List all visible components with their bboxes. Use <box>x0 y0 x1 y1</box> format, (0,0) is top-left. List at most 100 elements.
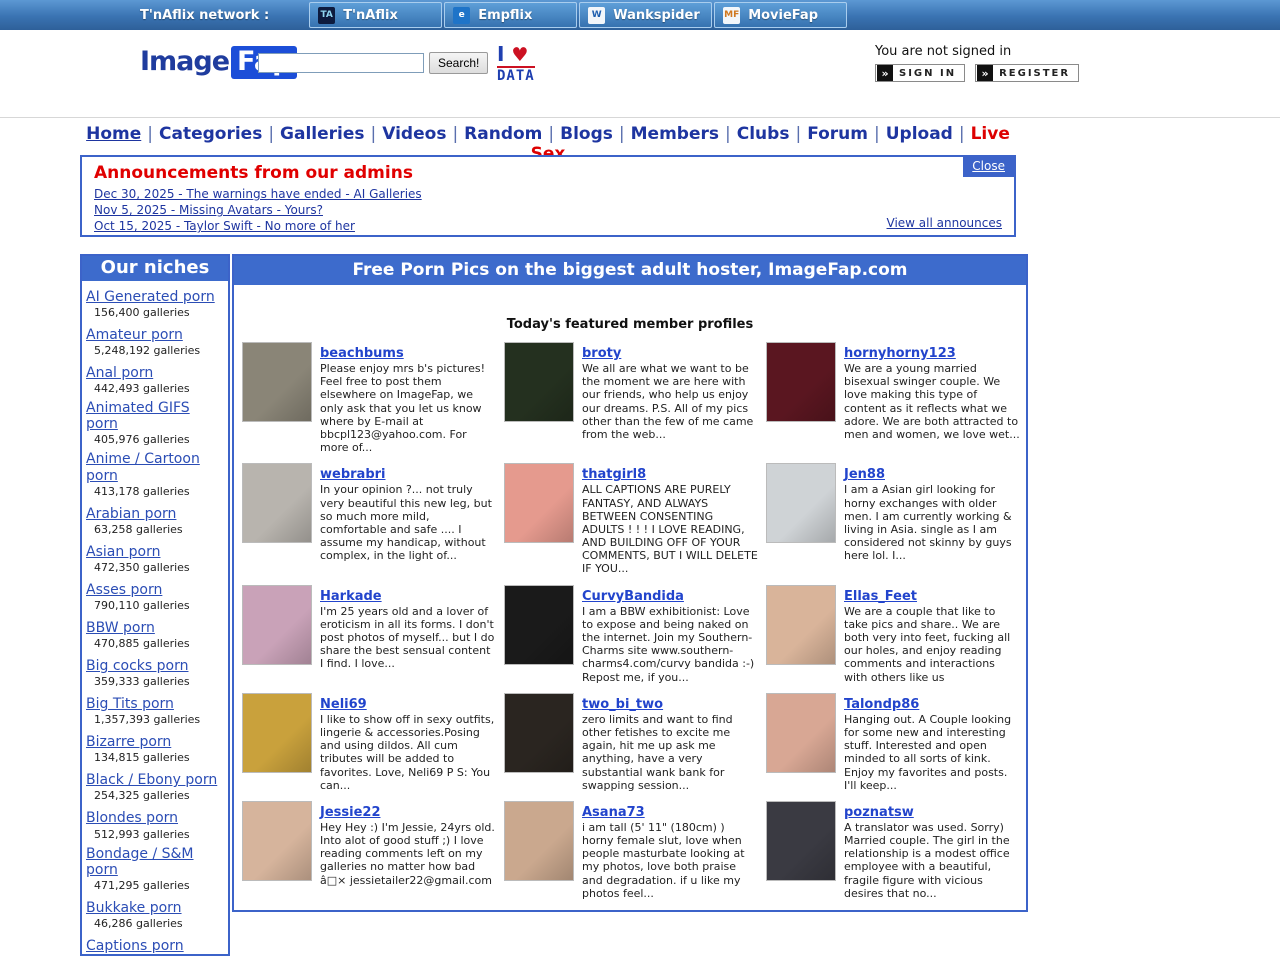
profile-username-link[interactable]: Neli69 <box>320 697 367 712</box>
niche-link[interactable]: Arabian porn <box>86 506 176 522</box>
profile-username-link[interactable]: beachbums <box>320 346 404 361</box>
search-button[interactable]: Search! <box>429 52 488 74</box>
niche-item: Asian porn472,350 galleries <box>82 536 228 574</box>
i-love-data-logo[interactable]: I ♥ DATA <box>497 44 535 83</box>
announcements-title: Announcements from our admins <box>82 157 1014 186</box>
member-profile: brotyWe all are what we want to be the m… <box>504 342 758 454</box>
profile-description: I'm 25 years old and a lover of eroticis… <box>320 605 496 671</box>
niche-gallery-count: 156,400 galleries <box>86 306 224 319</box>
niche-link[interactable]: Bizarre porn <box>86 734 171 750</box>
profile-username-link[interactable]: two_bi_two <box>582 697 663 712</box>
member-profile: Asana73i am tall (5' 11" (180cm) ) horny… <box>504 801 758 900</box>
nav-item-categories[interactable]: Categories <box>159 124 262 144</box>
profile-description: A translator was used. Sorry) Married co… <box>844 821 1020 900</box>
nav-item-videos[interactable]: Videos <box>382 124 446 144</box>
niche-link[interactable]: Anal porn <box>86 365 153 381</box>
profile-body: two_bi_twozero limits and want to find o… <box>582 693 758 792</box>
profile-username-link[interactable]: thatgirl8 <box>582 467 646 482</box>
niche-item: Big cocks porn359,333 galleries <box>82 650 228 688</box>
niche-link[interactable]: Big Tits porn <box>86 696 174 712</box>
niche-link[interactable]: Bondage / S&M porn <box>86 846 224 878</box>
profile-description: zero limits and want to find other fetis… <box>582 713 758 792</box>
niche-link[interactable]: BBW porn <box>86 620 155 636</box>
profile-username-link[interactable]: Asana73 <box>582 805 645 820</box>
register-button[interactable]: » REGISTER <box>975 64 1079 82</box>
profile-thumbnail[interactable] <box>504 585 574 665</box>
profile-description: We are a couple that like to take pics a… <box>844 605 1020 684</box>
niche-gallery-count: 1,357,393 galleries <box>86 713 224 726</box>
profile-thumbnail[interactable] <box>242 463 312 543</box>
niche-link[interactable]: Bukkake porn <box>86 900 182 916</box>
profile-description: i am tall (5' 11" (180cm) ) horny female… <box>582 821 758 900</box>
profile-thumbnail[interactable] <box>242 693 312 773</box>
network-button-wankspider[interactable]: WWankspider <box>579 2 712 28</box>
page-title: Free Porn Pics on the biggest adult host… <box>234 256 1026 285</box>
niche-link[interactable]: Amateur porn <box>86 327 183 343</box>
niche-item: Bizarre porn134,815 galleries <box>82 726 228 764</box>
niche-item: Bondage / S&M porn471,295 galleries <box>82 841 228 892</box>
niche-link[interactable]: AI Generated porn <box>86 289 215 305</box>
profile-username-link[interactable]: Jessie22 <box>320 805 381 820</box>
profile-username-link[interactable]: poznatsw <box>844 805 914 820</box>
profile-thumbnail[interactable] <box>504 801 574 881</box>
profile-username-link[interactable]: Ellas_Feet <box>844 589 917 604</box>
profile-body: Asana73i am tall (5' 11" (180cm) ) horny… <box>582 801 758 900</box>
close-announcements-link[interactable]: Close <box>963 157 1014 177</box>
profile-thumbnail[interactable] <box>242 585 312 665</box>
profile-thumbnail[interactable] <box>766 585 836 665</box>
niche-link[interactable]: Big cocks porn <box>86 658 188 674</box>
niche-gallery-count: 470,885 galleries <box>86 637 224 650</box>
nav-item-forum[interactable]: Forum <box>807 124 868 144</box>
profile-thumbnail[interactable] <box>504 463 574 543</box>
profile-username-link[interactable]: Talondp86 <box>844 697 919 712</box>
view-all-announces-link[interactable]: View all announces <box>887 216 1002 230</box>
profile-username-link[interactable]: hornyhorny123 <box>844 346 956 361</box>
search-input[interactable] <box>258 53 424 73</box>
nav-item-members[interactable]: Members <box>631 124 719 144</box>
member-profile: CurvyBandidaI am a BBW exhibitionist: Lo… <box>504 585 758 684</box>
profile-username-link[interactable]: Jen88 <box>844 467 885 482</box>
network-button-empflix[interactable]: eEmpflix <box>444 2 577 28</box>
niche-link[interactable]: Asses porn <box>86 582 162 598</box>
profile-thumbnail[interactable] <box>242 801 312 881</box>
member-profile: Neli69I like to show off in sexy outfits… <box>242 693 496 792</box>
profile-username-link[interactable]: broty <box>582 346 621 361</box>
nav-item-blogs[interactable]: Blogs <box>560 124 613 144</box>
profile-description: Hanging out. A Couple looking for some n… <box>844 713 1020 792</box>
sign-in-button[interactable]: » SIGN IN <box>875 64 965 82</box>
profile-username-link[interactable]: webrabri <box>320 467 386 482</box>
profile-thumbnail[interactable] <box>504 342 574 422</box>
profile-thumbnail[interactable] <box>766 801 836 881</box>
profile-thumbnail[interactable] <box>766 693 836 773</box>
niche-item: Amateur porn5,248,192 galleries <box>82 319 228 357</box>
nav-item-clubs[interactable]: Clubs <box>737 124 790 144</box>
member-profile: Jessie22Hey Hey :) I'm Jessie, 24yrs old… <box>242 801 496 900</box>
niche-gallery-count: 254,325 galleries <box>86 789 224 802</box>
network-button-moviefap[interactable]: MFMovieFap <box>714 2 847 28</box>
niche-link[interactable]: Black / Ebony porn <box>86 772 217 788</box>
profile-body: poznatswA translator was used. Sorry) Ma… <box>844 801 1020 900</box>
nav-item-home[interactable]: Home <box>86 124 141 144</box>
announcement-link[interactable]: Dec 30, 2025 - The warnings have ended -… <box>94 186 1014 202</box>
niche-link[interactable]: Anime / Cartoon porn <box>86 451 224 483</box>
network-site-buttons: TAT'nAflixeEmpflixWWankspiderMFMovieFap <box>309 2 849 28</box>
nav-item-upload[interactable]: Upload <box>886 124 953 144</box>
profile-thumbnail[interactable] <box>504 693 574 773</box>
profile-thumbnail[interactable] <box>242 342 312 422</box>
niche-link[interactable]: Asian porn <box>86 544 161 560</box>
announcement-link[interactable]: Oct 15, 2025 - Taylor Swift - No more of… <box>94 218 1014 234</box>
niches-sidebar: Our niches AI Generated porn156,400 gall… <box>80 254 230 956</box>
announcement-link[interactable]: Nov 5, 2025 - Missing Avatars - Yours? <box>94 202 1014 218</box>
profile-description: I am a Asian girl looking for horny exch… <box>844 483 1020 562</box>
nav-item-galleries[interactable]: Galleries <box>280 124 364 144</box>
network-button-tnaflix[interactable]: TAT'nAflix <box>309 2 442 28</box>
niche-item: Anime / Cartoon porn413,178 galleries <box>82 446 228 497</box>
niche-link[interactable]: Animated GIFS porn <box>86 400 224 432</box>
nav-item-random[interactable]: Random <box>464 124 542 144</box>
profile-thumbnail[interactable] <box>766 342 836 422</box>
profile-username-link[interactable]: CurvyBandida <box>582 589 684 604</box>
niche-link[interactable]: Blondes porn <box>86 810 178 826</box>
profile-thumbnail[interactable] <box>766 463 836 543</box>
profile-username-link[interactable]: Harkade <box>320 589 382 604</box>
niche-link[interactable]: Captions porn <box>86 938 184 954</box>
